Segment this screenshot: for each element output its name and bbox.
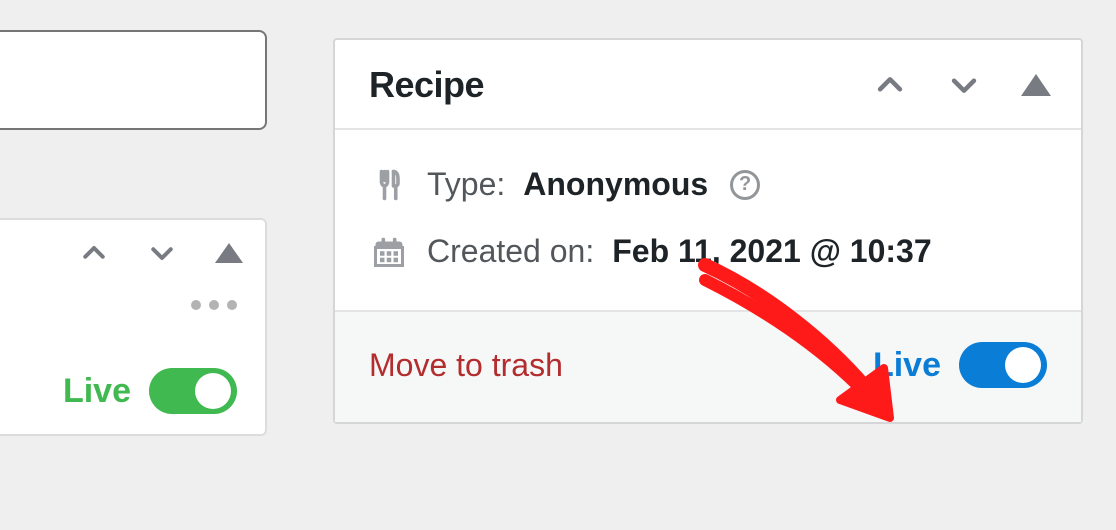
- calendar-icon: [369, 234, 409, 270]
- clipped-input-box[interactable]: [0, 30, 267, 130]
- type-label: Type:: [427, 166, 505, 203]
- dot-icon: [191, 300, 201, 310]
- chevron-down-icon[interactable]: [147, 238, 177, 268]
- panel-title: Recipe: [369, 64, 484, 106]
- recipe-panel-body: Type: Anonymous ?: [335, 130, 1081, 310]
- chevron-down-icon[interactable]: [947, 68, 981, 102]
- left-panel: Live: [0, 218, 267, 436]
- created-row: Created on: Feb 11, 2021 @ 10:37: [369, 233, 1047, 270]
- left-live-toggle[interactable]: [149, 368, 237, 414]
- created-value: Feb 11, 2021 @ 10:37: [612, 233, 931, 270]
- live-label: Live: [873, 346, 941, 385]
- recipe-panel: Recipe Type: Anonymous: [333, 38, 1083, 424]
- type-value: Anonymous: [523, 166, 708, 203]
- collapse-triangle-icon[interactable]: [215, 243, 243, 263]
- dot-icon: [209, 300, 219, 310]
- dot-icon: [227, 300, 237, 310]
- chevron-up-icon[interactable]: [79, 238, 109, 268]
- left-sidebar-fragment: Live: [0, 30, 267, 436]
- panel-header-controls: [873, 68, 1051, 102]
- recipe-panel-header: Recipe: [335, 40, 1081, 130]
- move-to-trash-link[interactable]: Move to trash: [369, 347, 563, 384]
- utensils-icon: [369, 167, 409, 203]
- left-live-label: Live: [63, 372, 131, 411]
- toggle-knob: [195, 373, 231, 409]
- toggle-knob: [1005, 347, 1041, 383]
- live-toggle-group: Live: [873, 342, 1047, 388]
- recipe-panel-footer: Move to trash Live: [335, 310, 1081, 422]
- left-live-row: Live: [0, 368, 243, 414]
- help-icon[interactable]: ?: [730, 170, 760, 200]
- type-row: Type: Anonymous ?: [369, 166, 1047, 203]
- live-toggle[interactable]: [959, 342, 1047, 388]
- chevron-up-icon[interactable]: [873, 68, 907, 102]
- left-panel-header: [0, 220, 265, 274]
- created-label: Created on:: [427, 233, 594, 270]
- more-menu-button[interactable]: [0, 300, 243, 310]
- left-panel-body: Live: [0, 274, 265, 434]
- collapse-triangle-icon[interactable]: [1021, 74, 1051, 96]
